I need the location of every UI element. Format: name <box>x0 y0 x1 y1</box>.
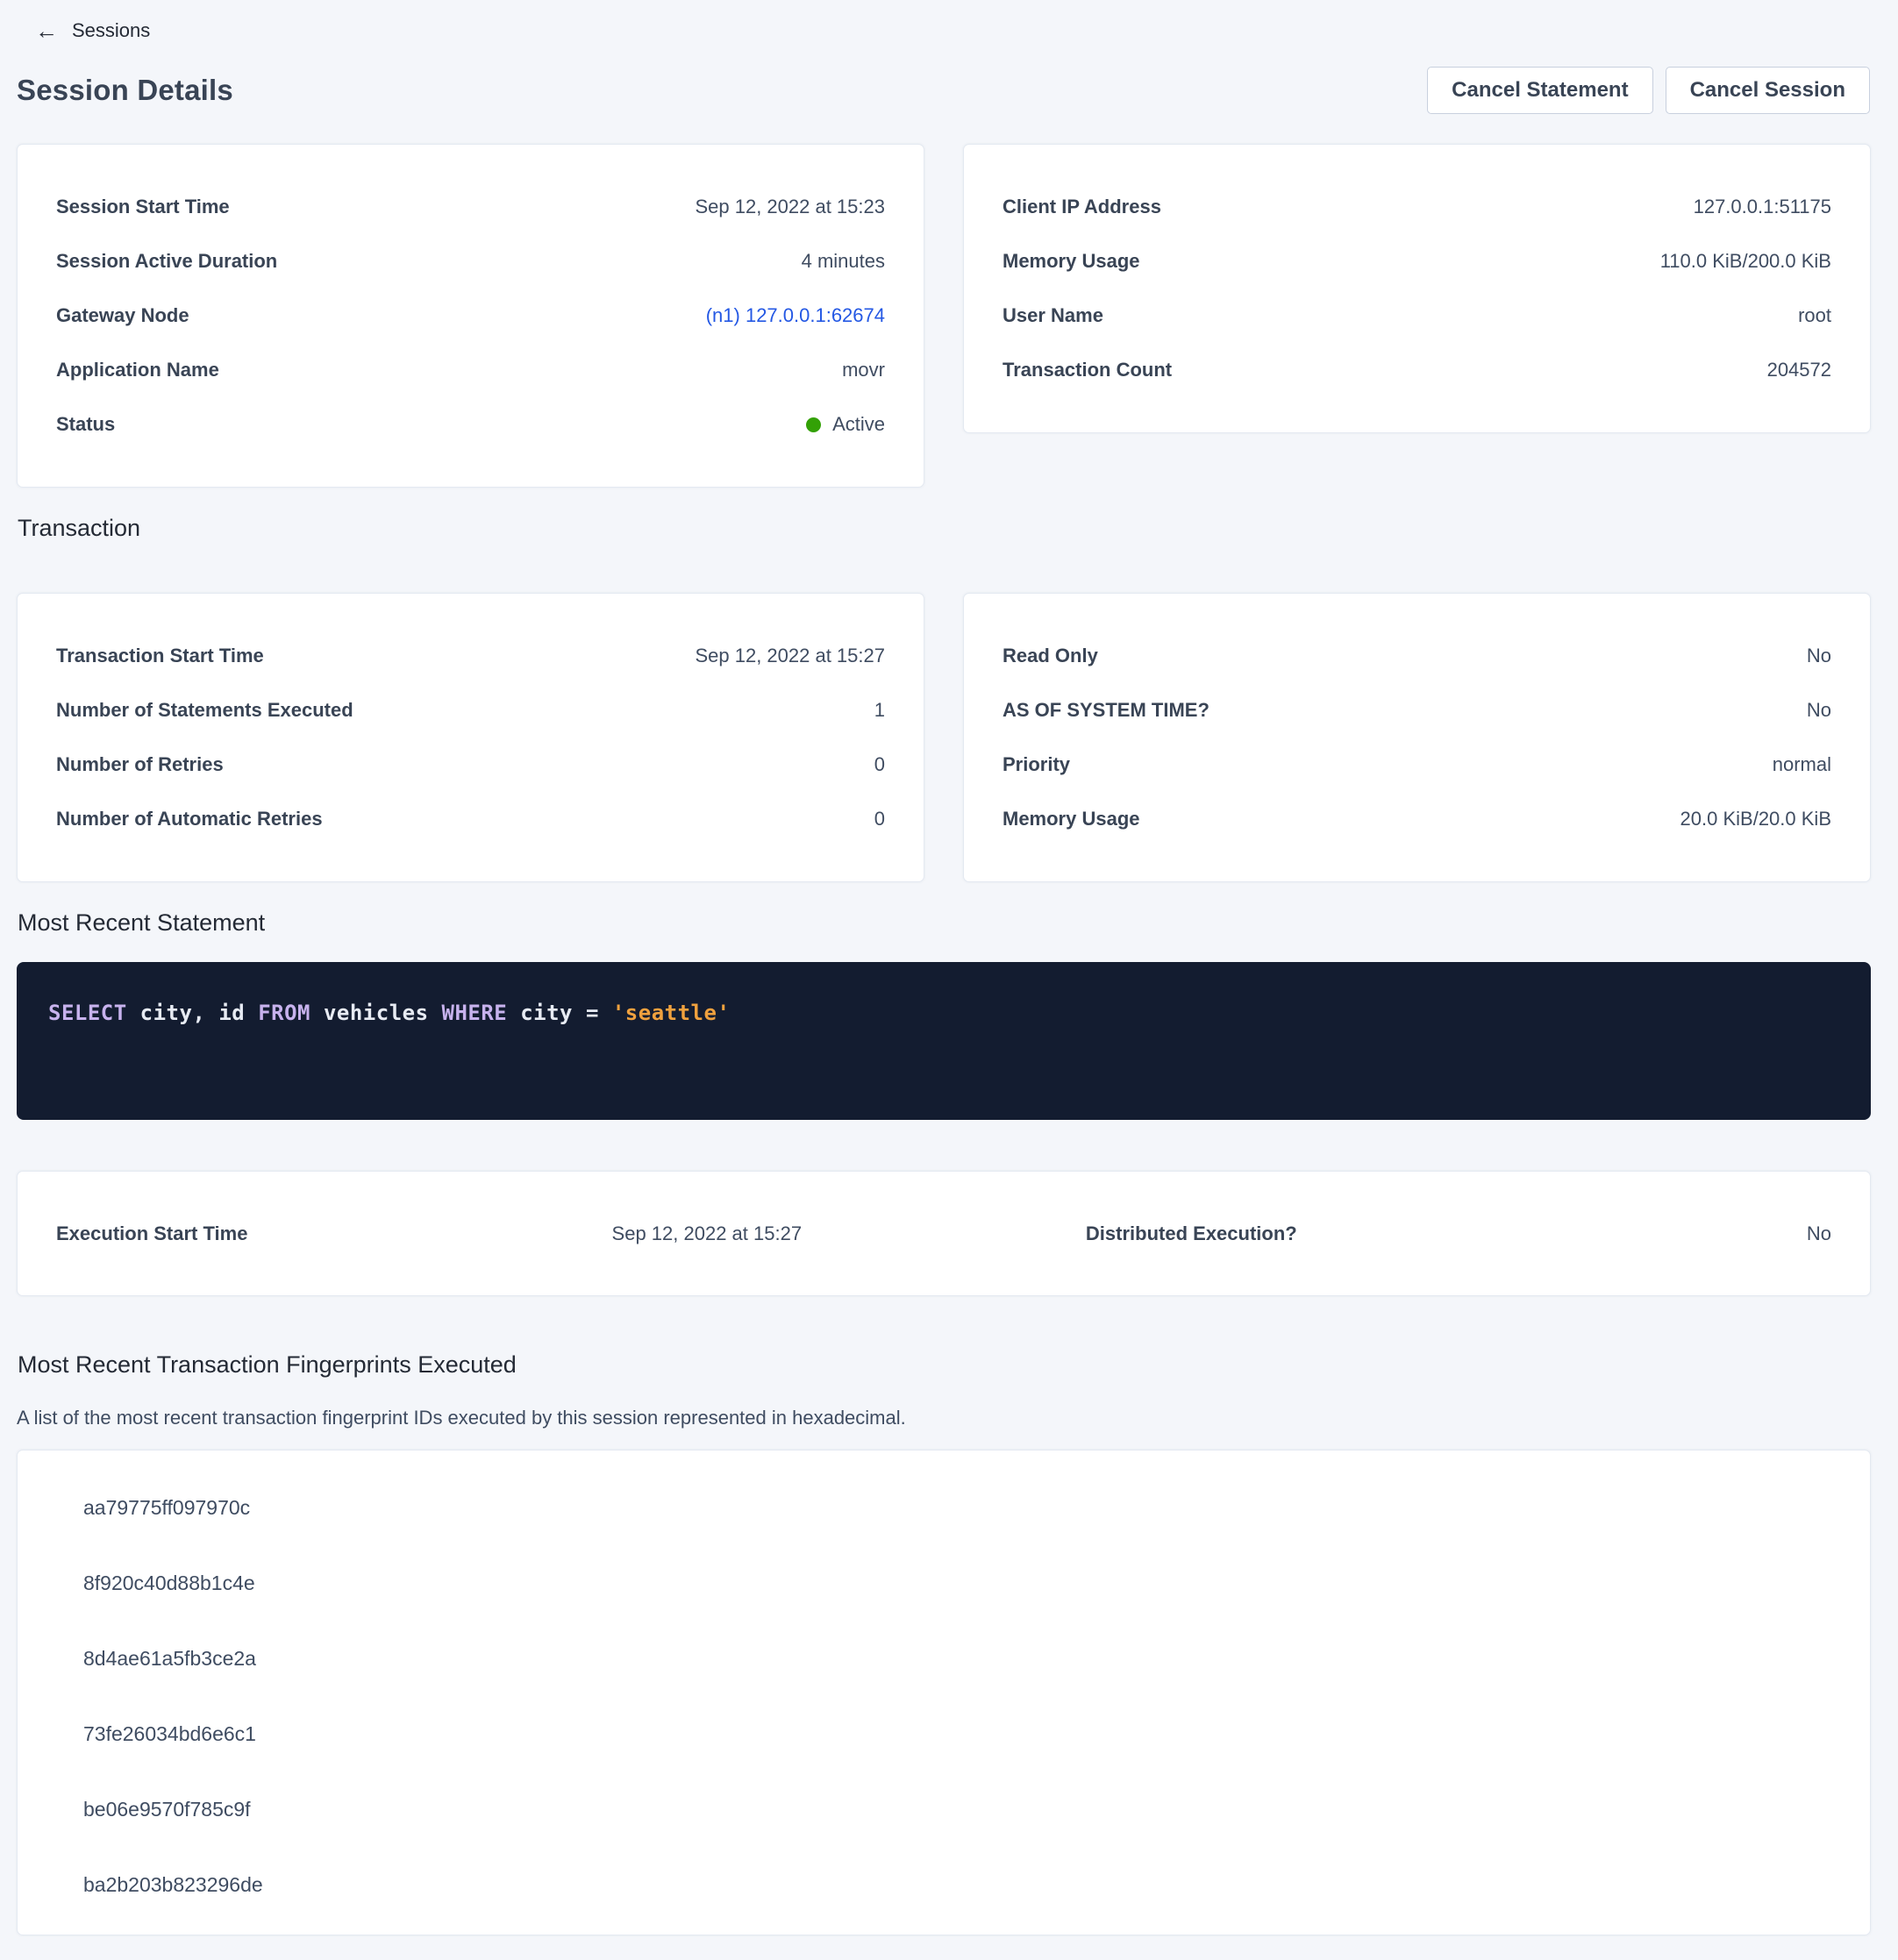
row-value: normal <box>1773 753 1831 776</box>
row-value: 127.0.0.1:51175 <box>1694 196 1831 218</box>
retries-row: Number of Retries 0 <box>56 738 885 792</box>
row-label: User Name <box>1003 304 1103 327</box>
transaction-count-row: Transaction Count 204572 <box>1003 343 1831 397</box>
row-label: Memory Usage <box>1003 250 1140 273</box>
row-label: AS OF SYSTEM TIME? <box>1003 699 1209 722</box>
read-only-row: Read Only No <box>1003 629 1831 683</box>
row-value: No <box>1807 645 1831 667</box>
sql-statement-text: SELECT city, id FROM vehicles WHERE city… <box>48 1001 1839 1025</box>
session-summary-row: Session Start Time Sep 12, 2022 at 15:23… <box>17 144 1871 488</box>
row-label: Session Start Time <box>56 196 230 218</box>
status-row: Status Active <box>56 397 885 452</box>
execution-start-time-item: Execution Start Time Sep 12, 2022 at 15:… <box>56 1222 802 1245</box>
row-value: 0 <box>874 753 885 776</box>
row-value: No <box>1807 699 1831 722</box>
row-label: Memory Usage <box>1003 808 1140 830</box>
transaction-card-left: Transaction Start Time Sep 12, 2022 at 1… <box>17 593 924 882</box>
session-summary-card-left: Session Start Time Sep 12, 2022 at 15:23… <box>17 144 924 488</box>
fingerprints-section-heading: Most Recent Transaction Fingerprints Exe… <box>17 1351 1871 1379</box>
gateway-node-link[interactable]: (n1) 127.0.0.1:62674 <box>706 304 885 327</box>
fingerprint-list-item: 73fe26034bd6e6c1 <box>18 1696 1870 1771</box>
transaction-section-heading: Transaction <box>17 514 1871 542</box>
row-value: 4 minutes <box>802 250 885 273</box>
row-value: 110.0 KiB/200.0 KiB <box>1660 250 1831 273</box>
back-to-sessions-link[interactable]: ← Sessions <box>17 16 150 46</box>
most-recent-statement-heading: Most Recent Statement <box>17 909 1871 937</box>
row-label: Status <box>56 413 115 436</box>
row-value: 204572 <box>1767 359 1831 381</box>
row-value: 1 <box>874 699 885 722</box>
row-value: Sep 12, 2022 at 15:27 <box>695 645 885 667</box>
session-summary-card-right: Client IP Address 127.0.0.1:51175 Memory… <box>963 144 1871 433</box>
row-label: Read Only <box>1003 645 1098 667</box>
session-details-page: ← Sessions Session Details Cancel Statem… <box>0 0 1898 1960</box>
row-label: Distributed Execution? <box>1086 1222 1297 1245</box>
header-buttons: Cancel Statement Cancel Session <box>1427 67 1870 114</box>
row-value: Sep 12, 2022 at 15:23 <box>695 196 885 218</box>
row-value: Sep 12, 2022 at 15:27 <box>612 1222 803 1245</box>
as-of-system-time-row: AS OF SYSTEM TIME? No <box>1003 683 1831 738</box>
status-value: Active <box>832 413 885 436</box>
row-label: Transaction Start Time <box>56 645 264 667</box>
gateway-node-row: Gateway Node (n1) 127.0.0.1:62674 <box>56 289 885 343</box>
sql-string-literal: 'seattle' <box>612 1001 731 1025</box>
priority-row: Priority normal <box>1003 738 1831 792</box>
status-badge: Active <box>806 413 885 436</box>
row-value: movr <box>842 359 885 381</box>
distributed-execution-item: Distributed Execution? No <box>1086 1222 1831 1245</box>
fingerprint-list-item: 8d4ae61a5fb3ce2a <box>18 1621 1870 1696</box>
sql-text: vehicles <box>310 1001 442 1025</box>
fingerprint-list-item: ba2b203b823296de <box>18 1847 1870 1922</box>
sql-keyword: SELECT <box>48 1001 127 1025</box>
sql-statement-block: SELECT city, id FROM vehicles WHERE city… <box>17 962 1871 1120</box>
transaction-cards-row: Transaction Start Time Sep 12, 2022 at 1… <box>17 593 1871 882</box>
page-title: Session Details <box>17 74 233 107</box>
fingerprints-card: aa79775ff097970c 8f920c40d88b1c4e 8d4ae6… <box>17 1450 1871 1935</box>
transaction-card-right: Read Only No AS OF SYSTEM TIME? No Prior… <box>963 593 1871 882</box>
row-label: Priority <box>1003 753 1070 776</box>
execution-summary-card: Execution Start Time Sep 12, 2022 at 15:… <box>17 1171 1871 1296</box>
memory-usage-row: Memory Usage 110.0 KiB/200.0 KiB <box>1003 234 1831 289</box>
page-header: Session Details Cancel Statement Cancel … <box>17 67 1871 114</box>
fingerprints-description: A list of the most recent transaction fi… <box>17 1405 1871 1431</box>
sql-keyword: FROM <box>258 1001 310 1025</box>
txn-memory-usage-row: Memory Usage 20.0 KiB/20.0 KiB <box>1003 792 1831 846</box>
row-label: Number of Retries <box>56 753 224 776</box>
row-value: No <box>1807 1222 1831 1245</box>
sql-text: city, id <box>127 1001 259 1025</box>
sql-keyword: WHERE <box>442 1001 508 1025</box>
row-label: Execution Start Time <box>56 1222 247 1245</box>
row-label: Application Name <box>56 359 219 381</box>
fingerprint-list-item: be06e9570f785c9f <box>18 1771 1870 1847</box>
back-arrow-icon: ← <box>35 19 58 42</box>
client-ip-row: Client IP Address 127.0.0.1:51175 <box>1003 180 1831 234</box>
sql-text: city = <box>507 1001 612 1025</box>
automatic-retries-row: Number of Automatic Retries 0 <box>56 792 885 846</box>
application-name-row: Application Name movr <box>56 343 885 397</box>
statements-executed-row: Number of Statements Executed 1 <box>56 683 885 738</box>
fingerprint-list-item: aa79775ff097970c <box>18 1470 1870 1545</box>
status-active-dot-icon <box>806 417 821 432</box>
session-active-duration-row: Session Active Duration 4 minutes <box>56 234 885 289</box>
back-link-label: Sessions <box>72 19 150 42</box>
transaction-start-time-row: Transaction Start Time Sep 12, 2022 at 1… <box>56 629 885 683</box>
row-label: Transaction Count <box>1003 359 1172 381</box>
cancel-statement-button[interactable]: Cancel Statement <box>1427 67 1652 114</box>
row-label: Number of Automatic Retries <box>56 808 323 830</box>
fingerprint-list-item: 8f920c40d88b1c4e <box>18 1545 1870 1621</box>
session-start-time-row: Session Start Time Sep 12, 2022 at 15:23 <box>56 180 885 234</box>
row-label: Client IP Address <box>1003 196 1161 218</box>
row-label: Session Active Duration <box>56 250 277 273</box>
cancel-session-button[interactable]: Cancel Session <box>1666 67 1870 114</box>
row-label: Number of Statements Executed <box>56 699 353 722</box>
row-label: Gateway Node <box>56 304 189 327</box>
row-value: root <box>1798 304 1831 327</box>
row-value: 20.0 KiB/20.0 KiB <box>1680 808 1831 830</box>
user-name-row: User Name root <box>1003 289 1831 343</box>
row-value: 0 <box>874 808 885 830</box>
